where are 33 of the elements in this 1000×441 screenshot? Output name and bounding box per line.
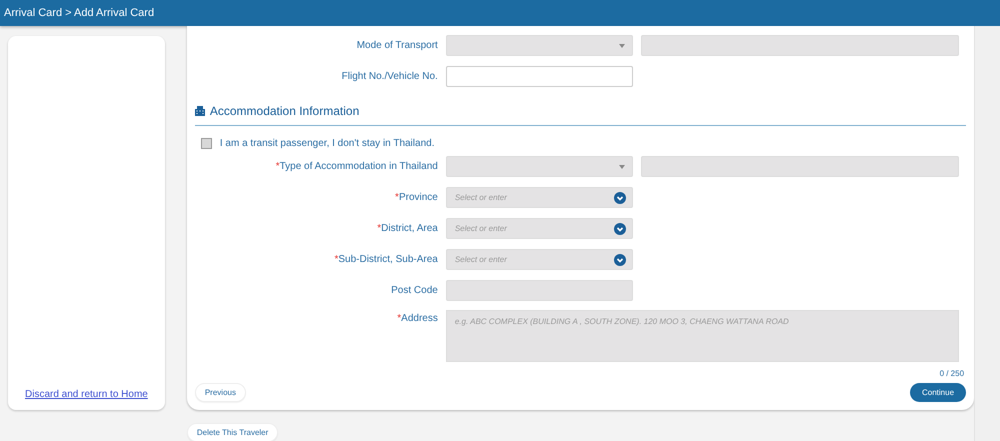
combo-box[interactable]: Select or enter — [446, 218, 633, 239]
caret-icon — [618, 164, 625, 168]
building-icon — [194, 106, 205, 116]
checkbox-label: I am a transit passenger, I don't stay in Thailand. — [220, 138, 434, 149]
field-label: Mode of Transport — [356, 40, 439, 51]
section-title: Accommodation Information — [210, 104, 360, 118]
previous-button[interactable]: Previous — [194, 383, 246, 402]
field-label: *Sub-District, Sub-Area — [333, 254, 439, 265]
chevron-down-icon[interactable] — [614, 192, 626, 204]
combo-box[interactable]: Select or enter — [446, 249, 633, 270]
input-field[interactable] — [446, 280, 633, 301]
field-label: *Province — [394, 192, 439, 203]
discard-link[interactable]: Discard and return to Home — [25, 389, 148, 400]
continue-button[interactable]: Continue — [910, 383, 966, 402]
checkbox[interactable] — [200, 138, 212, 149]
dropdown[interactable] — [446, 156, 633, 177]
input-field[interactable] — [640, 35, 959, 56]
dropdown[interactable] — [446, 35, 633, 56]
field-label: Flight No./Vehicle No. — [340, 71, 439, 82]
input-field[interactable] — [640, 156, 959, 177]
chevron-down-icon[interactable] — [614, 222, 626, 234]
combo-box[interactable]: Select or enter — [446, 187, 633, 208]
field-label: *Address — [396, 312, 439, 324]
field-label: Post Code — [390, 285, 439, 296]
character-counter: 0 / 250 — [940, 369, 964, 378]
field-label: *Type of Accommodation in Thailand — [274, 161, 439, 172]
breadcrumb: Arrival Card > Add Arrival Card — [4, 7, 154, 19]
input-field[interactable] — [446, 66, 633, 87]
field-label: *District, Area — [376, 223, 439, 234]
caret-icon — [618, 44, 625, 48]
address-field[interactable]: e.g. ABC COMPLEX (BUILDING A , SOUTH ZONE). 120 MOO 3, CHAENG WATTANA ROAD — [446, 310, 959, 362]
chevron-down-icon[interactable] — [614, 254, 626, 266]
delete-traveler-button[interactable]: Delete This Traveler — [186, 423, 278, 441]
